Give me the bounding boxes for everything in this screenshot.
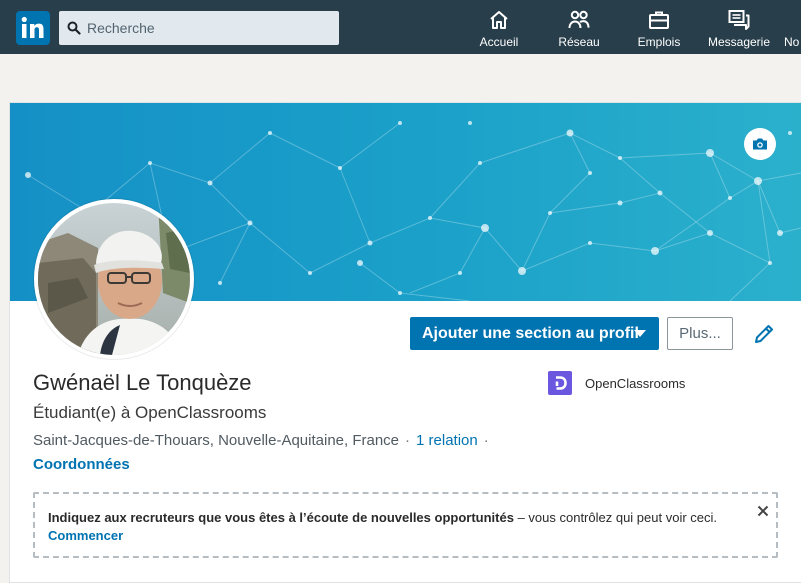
nav-item-jobs[interactable]: Emplois — [636, 0, 682, 54]
briefcase-icon — [649, 11, 669, 29]
close-icon[interactable] — [757, 505, 769, 517]
more-actions-button[interactable]: Plus... — [667, 317, 733, 350]
profile-headline: Étudiant(e) à OpenClassrooms — [33, 403, 267, 422]
profile-name: Gwénaël Le Tonquèze — [33, 370, 252, 395]
profile-location: Saint-Jacques-de-Thouars, Nouvelle-Aquit… — [33, 432, 400, 449]
nav-item-label: Messagerie — [707, 35, 771, 49]
nav-item-label: Emplois — [637, 35, 681, 49]
start-opportunities-link[interactable]: Commencer — [48, 528, 123, 543]
caret-down-icon — [634, 330, 646, 337]
nav-item-label: Accueil — [479, 35, 519, 49]
nav-item-notifications[interactable]: No — [784, 0, 801, 54]
nav-item-label: Réseau — [558, 35, 600, 49]
company-name: OpenClassrooms — [585, 375, 686, 391]
search-bar[interactable] — [59, 11, 339, 45]
top-nav: Accueil Réseau Emplois Messagerie No — [0, 0, 801, 54]
contact-info-link[interactable]: Coordonnées — [33, 456, 130, 473]
current-company[interactable]: OpenClassrooms — [548, 371, 685, 395]
messaging-icon — [728, 10, 750, 30]
nav-item-label: No — [784, 35, 800, 49]
linkedin-logo-icon[interactable] — [16, 11, 50, 45]
opportunities-bold-text: Indiquez aux recruteurs que vous êtes à … — [48, 510, 514, 525]
search-input[interactable] — [87, 11, 332, 45]
edit-profile-pencil-icon[interactable] — [752, 322, 776, 346]
profile-location-line: Saint-Jacques-de-Thouars, Nouvelle-Aquit… — [33, 432, 495, 449]
add-profile-section-label: Ajouter une section au profil — [422, 324, 639, 342]
more-actions-label: Plus... — [679, 325, 721, 342]
separator-dot: · — [405, 432, 411, 449]
separator-dot: · — [483, 432, 489, 449]
open-to-opportunities-box: Indiquez aux recruteurs que vous êtes à … — [33, 492, 778, 558]
openclassrooms-logo-icon — [548, 371, 572, 395]
profile-card: Ajouter une section au profil Plus... Gw… — [9, 102, 801, 583]
opportunities-text: Indiquez aux recruteurs que vous êtes à … — [48, 510, 717, 525]
nav-item-home[interactable]: Accueil — [479, 0, 519, 54]
search-icon — [67, 21, 81, 35]
add-profile-section-button[interactable]: Ajouter une section au profil — [410, 317, 659, 350]
opportunities-rest-text: – vous contrôlez qui peut voir ceci. — [513, 510, 718, 525]
relations-link[interactable]: 1 relation — [416, 432, 478, 449]
network-icon — [568, 10, 590, 29]
nav-item-network[interactable]: Réseau — [558, 0, 600, 54]
home-icon — [490, 11, 508, 29]
nav-item-messaging[interactable]: Messagerie — [706, 0, 772, 54]
avatar[interactable] — [34, 199, 194, 359]
edit-banner-camera-icon[interactable] — [744, 128, 776, 160]
